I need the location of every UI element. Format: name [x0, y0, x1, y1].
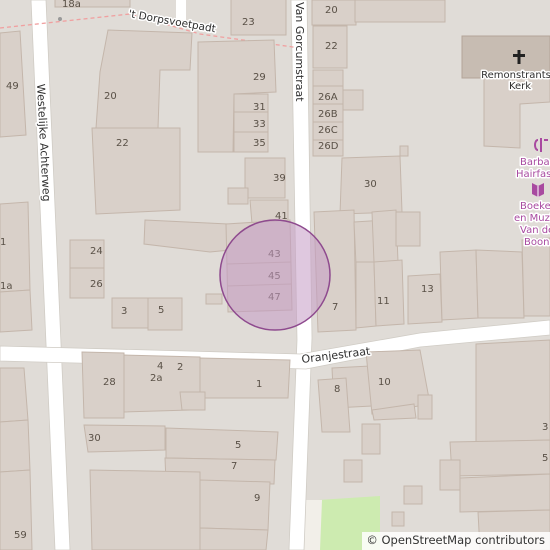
map-view[interactable]: Remonstrants Kerk Barba Hairfas Boeke en…	[0, 0, 550, 550]
building	[403, 485, 423, 505]
map-attribution: © OpenStreetMap contributors	[362, 532, 550, 550]
location-marker[interactable]	[219, 219, 331, 331]
street-label-van-gorcumstraat: Van Gorcumstraat	[293, 2, 306, 102]
building	[199, 479, 271, 531]
house-number: 24	[90, 246, 103, 257]
building	[227, 187, 249, 205]
building	[147, 297, 183, 331]
building	[361, 423, 381, 455]
building	[179, 391, 206, 411]
house-number: 33	[253, 119, 266, 130]
map-canvas[interactable]: Remonstrants Kerk Barba Hairfas Boeke en…	[0, 0, 550, 550]
copyright-symbol: ©	[366, 533, 382, 547]
building	[343, 459, 363, 483]
building	[459, 473, 550, 513]
house-number: 4	[157, 361, 163, 372]
house-number: 3	[121, 306, 127, 317]
house-number: 1	[256, 379, 262, 390]
building	[199, 527, 269, 550]
building	[371, 209, 399, 263]
building	[230, 0, 287, 36]
house-number: 28	[103, 377, 116, 388]
building	[199, 357, 291, 399]
house-number: 59	[14, 530, 27, 541]
house-number: 18a	[62, 0, 81, 10]
footpath-node	[58, 17, 62, 21]
house-number: 5	[158, 305, 164, 316]
building	[354, 0, 446, 23]
house-number: 35	[253, 138, 266, 149]
building	[417, 394, 433, 420]
house-number: 30	[88, 433, 101, 444]
house-number: 29	[253, 72, 266, 83]
house-number: 39	[273, 173, 286, 184]
bookstore-label-line4: Boon	[524, 237, 549, 248]
building	[475, 249, 525, 319]
house-number: 13	[421, 284, 434, 295]
house-number: 22	[116, 138, 129, 149]
building	[449, 439, 550, 477]
hairdresser-label-line2: Hairfas	[516, 169, 550, 180]
house-number: 49	[6, 81, 19, 92]
house-number: 1	[0, 237, 6, 248]
building	[475, 339, 550, 443]
building	[91, 127, 181, 215]
hairdresser-label-line1: Barba	[520, 157, 550, 168]
church-label-line1: Remonstrants	[481, 70, 550, 81]
house-number: 26D	[318, 141, 339, 152]
house-number: 9	[254, 493, 260, 504]
house-number: 5	[542, 453, 548, 464]
building	[373, 259, 405, 327]
house-number: 30	[364, 179, 377, 190]
bookstore-label-line1: Boeke	[520, 201, 550, 212]
building	[395, 211, 421, 247]
house-number: 3	[542, 422, 548, 433]
building	[439, 459, 461, 491]
building	[407, 273, 443, 325]
house-number: 8	[334, 384, 340, 395]
building	[0, 419, 31, 473]
building	[521, 237, 550, 317]
house-number: 26B	[318, 109, 338, 120]
house-number: 20	[325, 5, 338, 16]
building	[111, 297, 149, 329]
house-number: 2a	[150, 373, 163, 384]
house-number: 26A	[318, 92, 338, 103]
building	[0, 289, 33, 333]
attribution-link[interactable]: OpenStreetMap contributors	[381, 533, 545, 547]
house-number: 23	[242, 17, 255, 28]
bookstore-label-line2: en Muzi	[514, 213, 550, 224]
building	[205, 293, 223, 305]
house-number: 10	[378, 377, 391, 388]
building	[165, 427, 279, 461]
building	[391, 511, 405, 527]
building	[89, 469, 201, 550]
house-number: 2	[177, 362, 183, 373]
building	[355, 261, 377, 329]
house-number: 1a	[0, 281, 13, 292]
building	[342, 89, 364, 111]
building	[312, 69, 344, 87]
building	[0, 367, 29, 423]
church-label-line2: Kerk	[509, 81, 531, 92]
house-number: 31	[253, 102, 266, 113]
house-number: 22	[325, 41, 338, 52]
house-number: 7	[332, 302, 338, 313]
house-number: 7	[231, 461, 237, 472]
house-number: 26C	[318, 125, 338, 136]
house-number: 5	[235, 440, 241, 451]
building	[399, 145, 409, 157]
house-number: 26	[90, 279, 103, 290]
house-number: 20	[104, 91, 117, 102]
house-number: 11	[377, 296, 390, 307]
bookstore-label-line3: Van de	[520, 225, 550, 236]
building	[439, 249, 479, 321]
